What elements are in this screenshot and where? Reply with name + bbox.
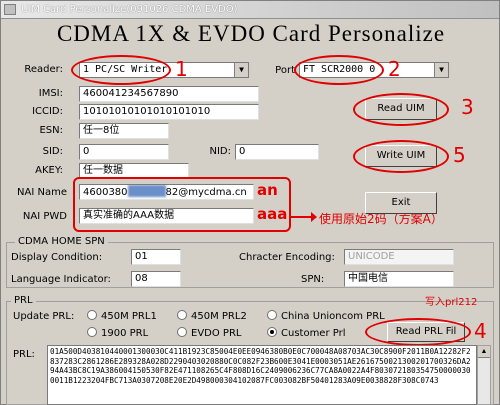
annotation-ellipse-read-prl	[365, 318, 471, 346]
language-indicator-field[interactable]: 08	[131, 271, 181, 287]
radio-customer-prl[interactable]: Customer Prl	[267, 327, 346, 339]
encoding-label: Chracter Encoding:	[239, 252, 335, 263]
radio-dot[interactable]	[177, 310, 187, 320]
radio-dot[interactable]	[87, 327, 97, 337]
chevron-down-icon[interactable]: ▼	[434, 63, 448, 77]
annotation-write-prl-note: 写入prl212	[425, 297, 478, 308]
esn-label: ESN:	[39, 125, 63, 136]
annotation-ellipse-reader	[71, 55, 171, 85]
annotation-number-1: 1	[175, 57, 188, 81]
radio-450m-prl2[interactable]: 450M PRL2	[177, 310, 247, 322]
prl-data-textarea[interactable]: 01A500D403810440001300030C411B1923C85004…	[47, 345, 477, 405]
display-condition-field[interactable]: 01	[131, 249, 181, 265]
update-prl-label: Update PRL:	[13, 311, 75, 322]
prl-data-label: PRL:	[13, 349, 35, 360]
annotation-ellipse-port	[294, 55, 384, 85]
spn-field[interactable]: 中国电信	[344, 271, 454, 287]
prl-group-title: PRL	[11, 295, 36, 306]
imsi-label: IMSI:	[38, 88, 63, 99]
exit-button[interactable]: Exit	[365, 192, 437, 214]
iccid-label: ICCID:	[32, 106, 63, 117]
radio-1900-prl[interactable]: 1900 PRL	[87, 327, 148, 339]
radio-dot-selected[interactable]	[267, 327, 277, 337]
nai-name-label: NAI Name	[17, 187, 67, 198]
app-icon	[4, 4, 16, 15]
encoding-field[interactable]: UNICODE	[344, 249, 454, 265]
annotation-ellipse-read-uim	[353, 93, 449, 126]
window-title: UIM Card Personalize(091026 CDMA EVDO)	[21, 4, 238, 15]
radio-450m-prl1[interactable]: 450M PRL1	[87, 310, 157, 322]
nid-field[interactable]: 0	[235, 144, 319, 160]
radio-dot[interactable]	[267, 310, 277, 320]
annotation-box-nai	[73, 177, 291, 232]
annotation-number-3: 3	[461, 95, 474, 119]
esn-field[interactable]: 任一8位	[79, 123, 169, 139]
radio-label: Customer Prl	[281, 328, 346, 339]
annotation-ellipse-write-uim	[353, 140, 449, 173]
nai-pwd-label: NAI PWD	[22, 211, 67, 222]
annotation-number-4: 4	[474, 319, 487, 343]
akey-label: AKEY:	[35, 165, 63, 176]
page-title: CDMA 1X & EVDO Card Personalize	[56, 21, 446, 46]
radio-label: 450M PRL1	[101, 311, 157, 322]
display-condition-label: Display Condition:	[11, 252, 103, 263]
sid-label: SID:	[42, 146, 63, 157]
language-indicator-label: Language Indicator:	[11, 274, 111, 285]
radio-dot[interactable]	[87, 310, 97, 320]
radio-evdo-prl[interactable]: EVDO PRL	[177, 327, 241, 339]
scroll-up-icon[interactable]: ▲	[478, 346, 490, 358]
iccid-field[interactable]: 10101010101010101010	[79, 104, 259, 120]
annotation-number-5: 5	[453, 143, 466, 167]
prl-scrollbar[interactable]: ▲	[477, 345, 491, 405]
radio-china-unioncom-prl[interactable]: China Unioncom PRL	[267, 310, 385, 322]
radio-label: China Unioncom PRL	[281, 311, 385, 322]
radio-dot[interactable]	[177, 327, 187, 337]
radio-label: EVDO PRL	[191, 328, 242, 339]
spn-label: SPN:	[301, 274, 325, 285]
annotation-number-2: 2	[388, 57, 401, 81]
spn-group-title: CDMA HOME SPN	[15, 236, 108, 247]
port-label: Port	[275, 65, 295, 76]
arrow-right-icon	[291, 212, 317, 222]
nid-label: NID:	[209, 146, 232, 157]
chevron-down-icon[interactable]: ▼	[234, 63, 248, 77]
radio-label: 1900 PRL	[101, 328, 149, 339]
app-window: UIM Card Personalize(091026 CDMA EVDO) C…	[0, 0, 500, 405]
reader-label: Reader:	[24, 64, 63, 75]
radio-label: 450M PRL2	[191, 311, 247, 322]
sid-field[interactable]: 0	[79, 144, 169, 160]
title-bar: UIM Card Personalize(091026 CDMA EVDO)	[1, 1, 499, 19]
imsi-field[interactable]: 460041234567890	[79, 86, 259, 102]
